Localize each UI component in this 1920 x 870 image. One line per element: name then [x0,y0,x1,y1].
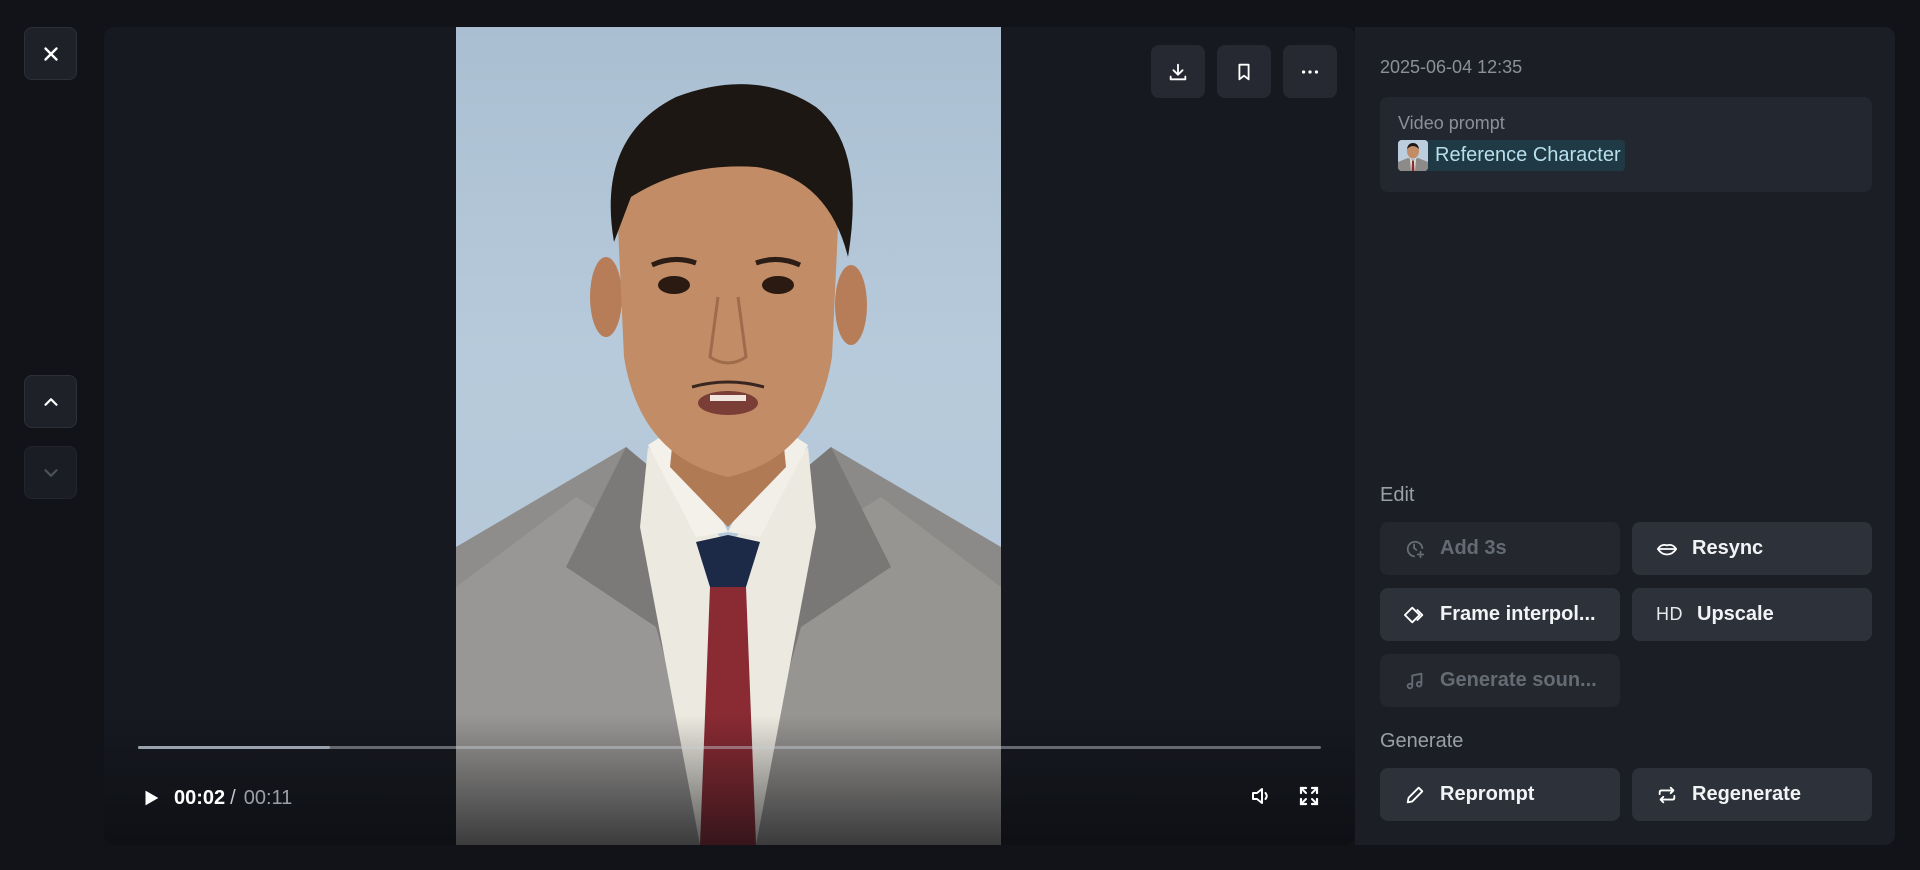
volume-button[interactable] [1249,784,1273,813]
more-horizontal-icon [1301,69,1319,74]
lips-icon [1656,543,1678,555]
generate-sound-button[interactable]: Generate soun... [1380,654,1620,707]
resync-label: Resync [1692,537,1764,559]
player-controls: 00:02 / 00:11 [138,783,1321,813]
frame-interpolation-label: Frame interpol... [1440,603,1596,625]
close-button[interactable] [24,27,77,80]
reference-label: Reference Character [1435,144,1621,166]
fullscreen-button[interactable] [1297,784,1321,813]
viewer-actions [1151,45,1337,98]
reference-avatar [1398,140,1428,171]
prompt-card: Video prompt Reference Character [1380,97,1872,192]
video-viewer: 00:02 / 00:11 [104,27,1355,845]
time-separator: / [230,786,236,809]
play-icon [145,790,159,806]
current-time: 00:02 [174,786,226,809]
upscale-label: Upscale [1697,603,1774,625]
pencil-icon [1406,786,1424,803]
controls-overlay [104,715,1355,845]
total-time: 00:11 [243,786,293,809]
close-icon [43,46,58,61]
bookmark-button[interactable] [1217,45,1271,98]
frame-interpolation-button[interactable]: Frame interpol... [1380,588,1620,641]
repeat-icon [1658,786,1676,803]
fullscreen-icon [1299,786,1319,805]
reference-character-chip[interactable]: Reference Character [1398,140,1625,171]
volume-icon [1252,787,1268,804]
hd-icon: HD [1656,604,1683,624]
download-icon [1169,63,1187,80]
add-3s-label: Add 3s [1440,537,1507,559]
add-3s-button[interactable]: Add 3s [1380,522,1620,575]
play-button[interactable] [138,785,164,811]
resync-button[interactable]: Resync [1632,522,1872,575]
timestamp: 2025-06-04 12:35 [1380,57,1523,77]
details-panel: 2025-06-04 12:35 Video prompt Reference … [1355,27,1895,845]
progress-fill [138,746,330,749]
bookmark-icon [1238,63,1250,80]
regenerate-button[interactable]: Regenerate [1632,768,1872,821]
reprompt-label: Reprompt [1440,783,1535,805]
upscale-button[interactable]: HD Upscale [1632,588,1872,641]
progress-bar[interactable] [138,746,1321,749]
previous-button[interactable] [24,375,77,428]
chevron-down-icon [43,468,58,477]
edit-section-label: Edit [1380,484,1415,506]
generate-section-label: Generate [1380,730,1464,752]
reprompt-button[interactable]: Reprompt [1380,768,1620,821]
frame-interpolation-icon [1404,606,1424,623]
generate-sound-label: Generate soun... [1440,669,1597,691]
clock-plus-icon [1406,540,1425,558]
download-button[interactable] [1151,45,1205,98]
regenerate-label: Regenerate [1692,783,1801,805]
next-button[interactable] [24,446,77,499]
chevron-up-icon [43,397,58,406]
more-button[interactable] [1283,45,1337,98]
prompt-label: Video prompt [1398,113,1505,133]
music-note-icon [1406,672,1423,689]
